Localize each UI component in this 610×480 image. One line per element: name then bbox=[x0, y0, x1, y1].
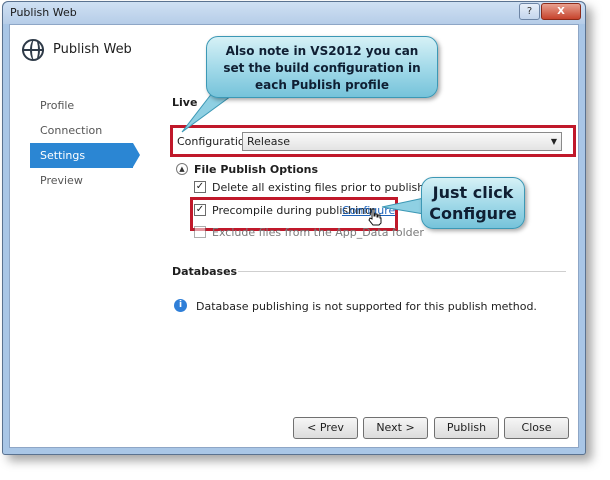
next-button[interactable]: Next > bbox=[363, 417, 428, 439]
nav-item-profile[interactable]: Profile bbox=[30, 93, 140, 118]
callout-line: set the build configuration in bbox=[223, 61, 421, 75]
callout-line: each Publish profile bbox=[255, 78, 389, 92]
configuration-select[interactable]: Release ▼ bbox=[242, 132, 562, 151]
globe-icon bbox=[22, 39, 44, 61]
precompile-checkbox[interactable]: ✓ bbox=[194, 204, 206, 216]
file-publish-options-title: File Publish Options bbox=[194, 163, 319, 176]
delete-existing-files-label: Delete all existing files prior to publi… bbox=[212, 181, 425, 194]
exclude-app-data-label: Exclude files from the App_Data folder bbox=[212, 226, 424, 239]
nav-item-preview[interactable]: Preview bbox=[30, 168, 140, 193]
info-icon: i bbox=[174, 299, 187, 312]
help-button[interactable]: ? bbox=[519, 3, 540, 20]
callout-line: Also note in VS2012 you can bbox=[225, 44, 419, 58]
databases-section-title: Databases bbox=[172, 265, 238, 278]
collapse-chevron-icon[interactable]: ▲ bbox=[176, 163, 188, 175]
dropdown-arrow-icon: ▼ bbox=[550, 137, 557, 146]
dialog-header-title: Publish Web bbox=[53, 42, 132, 57]
configuration-value: Release bbox=[247, 135, 290, 148]
nav-item-connection[interactable]: Connection bbox=[30, 118, 140, 143]
databases-divider bbox=[238, 271, 566, 272]
exclude-app-data-checkbox[interactable] bbox=[194, 226, 206, 238]
wizard-nav: Profile Connection Settings Preview bbox=[30, 93, 140, 193]
window-close-button[interactable]: X bbox=[541, 3, 581, 20]
window-title: Publish Web bbox=[10, 6, 77, 19]
delete-existing-files-checkbox[interactable]: ✓ bbox=[194, 181, 206, 193]
close-button[interactable]: Close bbox=[504, 417, 569, 439]
callout-line: Configure bbox=[429, 204, 517, 223]
callout-line: Just click bbox=[432, 183, 514, 202]
prev-button[interactable]: < Prev bbox=[293, 417, 358, 439]
publish-button[interactable]: Publish bbox=[434, 417, 499, 439]
databases-message: Database publishing is not supported for… bbox=[196, 300, 537, 313]
title-bar: Publish Web ? X bbox=[3, 2, 585, 24]
nav-item-settings[interactable]: Settings bbox=[30, 143, 140, 168]
configure-callout: Just click Configure bbox=[421, 177, 525, 229]
build-configuration-callout: Also note in VS2012 you can set the buil… bbox=[206, 36, 438, 98]
